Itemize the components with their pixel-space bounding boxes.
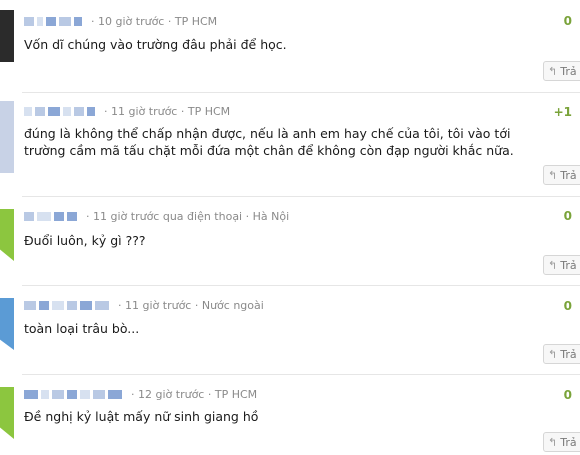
vote-count: 0 (563, 14, 572, 28)
comment-text: Đuổi luôn, kỷ gì ??? (24, 233, 146, 248)
avatar[interactable] (0, 298, 14, 350)
comment-time: 10 giờ trước (98, 14, 165, 28)
meta-separator: · (207, 387, 212, 401)
meta-separator: · (180, 104, 185, 118)
meta-separator: · (91, 14, 95, 28)
reply-arrow-icon: ↰ (548, 168, 558, 182)
avatar[interactable] (0, 10, 14, 62)
author-name-pixelated[interactable] (24, 15, 85, 27)
avatar[interactable] (0, 101, 14, 173)
author-name-pixelated[interactable] (24, 299, 112, 311)
comment-text: toàn loại trâu bò... (24, 321, 140, 336)
comment-time: 12 giờ trước (138, 387, 205, 401)
author-name-pixelated[interactable] (24, 388, 125, 400)
comment-meta: · 10 giờ trước · TP HCM (24, 14, 217, 28)
vote-count: 0 (563, 299, 572, 313)
comment-location: TP HCM (187, 104, 231, 118)
comment-time: 11 giờ trước qua điện thoại (93, 209, 243, 223)
vote-count: +1 (553, 105, 572, 119)
comment-text: Đề nghị kỷ luật mấy nữ sinh giang hồ (24, 409, 259, 424)
comment-text: đúng là không thể chấp nhận được, nếu là… (24, 126, 514, 158)
comment-meta: · 11 giờ trước · Nước ngoài (24, 298, 264, 312)
meta-separator: · (104, 104, 108, 118)
reply-label: Trả (560, 435, 577, 449)
meta-separator: · (131, 387, 135, 401)
meta-separator: · (118, 298, 122, 312)
comment-meta: · 12 giờ trước · TP HCM (24, 387, 257, 401)
meta-separator: · (194, 298, 199, 312)
comment-meta: · 11 giờ trước qua điện thoại · Hà Nội (24, 209, 289, 223)
author-name-pixelated[interactable] (24, 105, 98, 117)
comment-item: · 12 giờ trước · TP HCM 0 Đề nghị kỷ luậ… (0, 375, 580, 455)
reply-label: Trả (560, 258, 577, 272)
avatar[interactable] (0, 209, 14, 261)
reply-button[interactable]: ↰ Trả (543, 61, 580, 81)
comment-item: · 10 giờ trước · TP HCM 0 Vốn dĩ chúng v… (0, 0, 580, 92)
reply-label: Trả (560, 168, 577, 182)
reply-button[interactable]: ↰ Trả (543, 344, 580, 364)
reply-arrow-icon: ↰ (548, 347, 558, 361)
reply-arrow-icon: ↰ (548, 64, 558, 78)
reply-button[interactable]: ↰ Trả (543, 255, 580, 275)
meta-separator: · (167, 14, 172, 28)
comment-location: Hà Nội (252, 209, 290, 223)
reply-arrow-icon: ↰ (548, 258, 558, 272)
reply-label: Trả (560, 64, 577, 78)
comment-time: 11 giờ trước (111, 104, 178, 118)
author-name-pixelated[interactable] (24, 210, 80, 222)
vote-count: 0 (563, 209, 572, 223)
comment-text: Vốn dĩ chúng vào trường đâu phải để học. (24, 37, 287, 52)
comment-location: Nước ngoài (201, 298, 264, 312)
vote-count: 0 (563, 388, 572, 402)
reply-arrow-icon: ↰ (548, 435, 558, 449)
comment-item: · 11 giờ trước · Nước ngoài 0 toàn loại … (0, 286, 580, 374)
comment-meta: · 11 giờ trước · TP HCM (24, 104, 230, 118)
reply-button[interactable]: ↰ Trả (543, 432, 580, 452)
comment-time: 11 giờ trước (125, 298, 192, 312)
comment-item: · 11 giờ trước · TP HCM +1 đúng là không… (0, 93, 580, 196)
reply-label: Trả (560, 347, 577, 361)
meta-separator: · (245, 209, 250, 223)
comment-item: · 11 giờ trước qua điện thoại · Hà Nội 0… (0, 197, 580, 285)
comment-location: TP HCM (174, 14, 218, 28)
comment-location: TP HCM (214, 387, 258, 401)
avatar[interactable] (0, 387, 14, 439)
comment-list: · 10 giờ trước · TP HCM 0 Vốn dĩ chúng v… (0, 0, 580, 455)
reply-button[interactable]: ↰ Trả (543, 165, 580, 185)
meta-separator: · (86, 209, 90, 223)
